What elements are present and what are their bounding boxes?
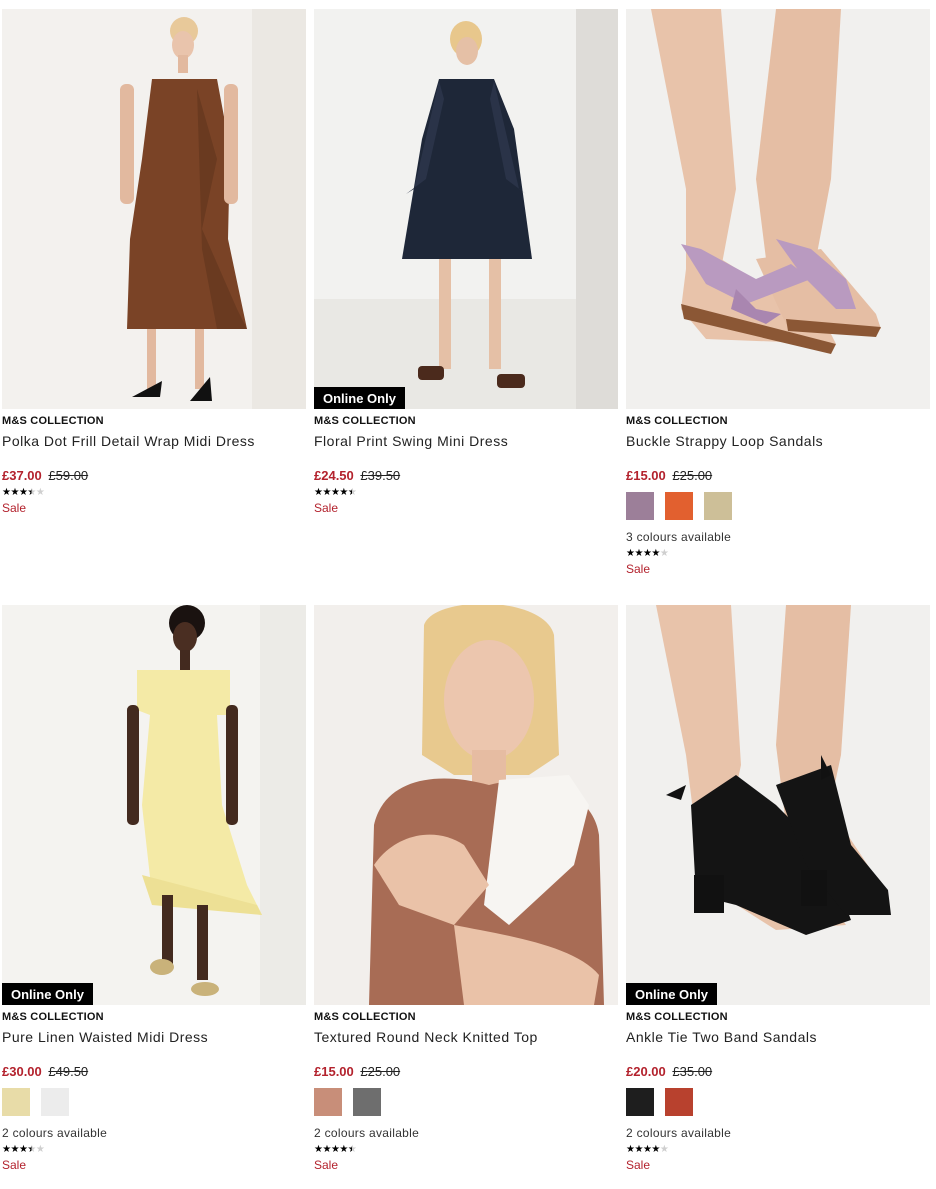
star-icon: ★ (35, 487, 45, 498)
star-icon: ★ (651, 548, 660, 559)
price-now: £20.00 (626, 1064, 666, 1079)
star-icon: ★ (347, 1144, 357, 1155)
rating-stars: ★★★★★ (314, 487, 618, 499)
price-block: £24.50 £39.50 (314, 468, 618, 484)
price-now: £15.00 (314, 1064, 354, 1079)
price-block: £20.00 £35.00 (626, 1064, 930, 1080)
colour-swatch-red[interactable] (665, 1088, 693, 1116)
colours-available: 3 colours available (626, 530, 732, 544)
price-now: £15.00 (626, 468, 666, 483)
price-was: £25.00 (360, 1064, 401, 1079)
product-card[interactable]: M&S COLLECTION Textured Round Neck Knitt… (314, 605, 618, 1173)
product-title[interactable]: Textured Round Neck Knitted Top (314, 1029, 618, 1046)
price-now: £30.00 (2, 1064, 42, 1079)
product-brand: M&S COLLECTION (314, 415, 416, 427)
colour-swatch-yellow[interactable] (2, 1088, 30, 1116)
product-image[interactable]: Online Only (2, 605, 306, 1005)
price-block: £15.00 £25.00 (314, 1064, 618, 1080)
product-card[interactable]: Online Only M&S COLLECTION Floral Print … (314, 9, 618, 516)
sale-label: Sale (2, 501, 27, 515)
product-brand: M&S COLLECTION (2, 415, 104, 427)
sale-label: Sale (626, 562, 651, 576)
sale-label: Sale (2, 1158, 27, 1172)
sale-label: Sale (314, 1158, 339, 1172)
product-brand: M&S COLLECTION (626, 1011, 728, 1023)
product-image[interactable]: Online Only (314, 9, 618, 409)
colour-swatch-lilac[interactable] (626, 492, 654, 520)
star-icon: ★ (634, 548, 643, 559)
product-title[interactable]: Floral Print Swing Mini Dress (314, 433, 618, 450)
star-icon: ★ (659, 548, 669, 559)
product-brand: M&S COLLECTION (2, 1011, 104, 1023)
price-now: £37.00 (2, 468, 42, 483)
colour-swatch-grey[interactable] (353, 1088, 381, 1116)
colours-available: 2 colours available (314, 1126, 420, 1140)
colour-swatches (626, 1088, 930, 1116)
star-icon: ★ (322, 1144, 331, 1155)
price-was: £25.00 (672, 468, 713, 483)
star-icon: ★ (339, 487, 348, 498)
product-card[interactable]: Online Only M&S COLLECTION Ankle Tie Two… (626, 605, 930, 1173)
colour-swatches (314, 1088, 618, 1116)
colour-swatch-copper[interactable] (314, 1088, 342, 1116)
colour-swatches (2, 1088, 306, 1116)
product-brand: M&S COLLECTION (626, 415, 728, 427)
colour-swatch-white[interactable] (41, 1088, 69, 1116)
product-card[interactable]: Online Only M&S COLLECTION Pure Linen Wa… (2, 605, 306, 1173)
price-was: £59.00 (48, 468, 89, 483)
colour-swatches (626, 492, 930, 520)
rating-stars: ★★★★★ (2, 1144, 306, 1156)
product-image[interactable]: Online Only (626, 605, 930, 1005)
product-card[interactable]: M&S COLLECTION Polka Dot Frill Detail Wr… (2, 9, 306, 516)
price-was: £49.50 (48, 1064, 89, 1079)
product-title[interactable]: Ankle Tie Two Band Sandals (626, 1029, 930, 1046)
star-icon: ★ (27, 1144, 36, 1155)
online-only-badge: Online Only (2, 983, 93, 1005)
rating-stars: ★★★★★ (314, 1144, 618, 1156)
product-title[interactable]: Pure Linen Waisted Midi Dress (2, 1029, 306, 1046)
product-title[interactable]: Polka Dot Frill Detail Wrap Midi Dress (2, 433, 306, 450)
sale-label: Sale (626, 1158, 651, 1172)
rating-stars: ★★★★★ (2, 487, 306, 499)
star-icon: ★ (339, 1144, 348, 1155)
product-image[interactable] (314, 605, 618, 1005)
product-title[interactable]: Buckle Strappy Loop Sandals (626, 433, 930, 450)
online-only-badge: Online Only (314, 387, 405, 409)
star-icon: ★ (27, 487, 36, 498)
star-icon: ★ (10, 1144, 19, 1155)
product-card[interactable]: M&S COLLECTION Buckle Strappy Loop Sanda… (626, 9, 930, 577)
colour-swatch-orange[interactable] (665, 492, 693, 520)
price-block: £37.00 £59.00 (2, 468, 306, 484)
product-brand: M&S COLLECTION (314, 1011, 416, 1023)
product-image[interactable] (2, 9, 306, 409)
star-icon: ★ (322, 487, 331, 498)
colour-swatch-black[interactable] (626, 1088, 654, 1116)
product-image[interactable] (626, 9, 930, 409)
online-only-badge: Online Only (626, 983, 717, 1005)
price-block: £30.00 £49.50 (2, 1064, 306, 1080)
price-now: £24.50 (314, 468, 354, 483)
star-icon: ★ (10, 487, 19, 498)
colours-available: 2 colours available (626, 1126, 732, 1140)
sale-label: Sale (314, 501, 339, 515)
star-icon: ★ (347, 487, 357, 498)
price-was: £39.50 (360, 468, 401, 483)
price-block: £15.00 £25.00 (626, 468, 930, 484)
star-icon: ★ (634, 1144, 643, 1155)
rating-stars: ★★★★★ (626, 548, 930, 560)
colour-swatch-gold[interactable] (704, 492, 732, 520)
star-icon: ★ (659, 1144, 669, 1155)
star-icon: ★ (35, 1144, 45, 1155)
colours-available: 2 colours available (2, 1126, 108, 1140)
price-was: £35.00 (672, 1064, 713, 1079)
star-icon: ★ (651, 1144, 660, 1155)
rating-stars: ★★★★★ (626, 1144, 930, 1156)
